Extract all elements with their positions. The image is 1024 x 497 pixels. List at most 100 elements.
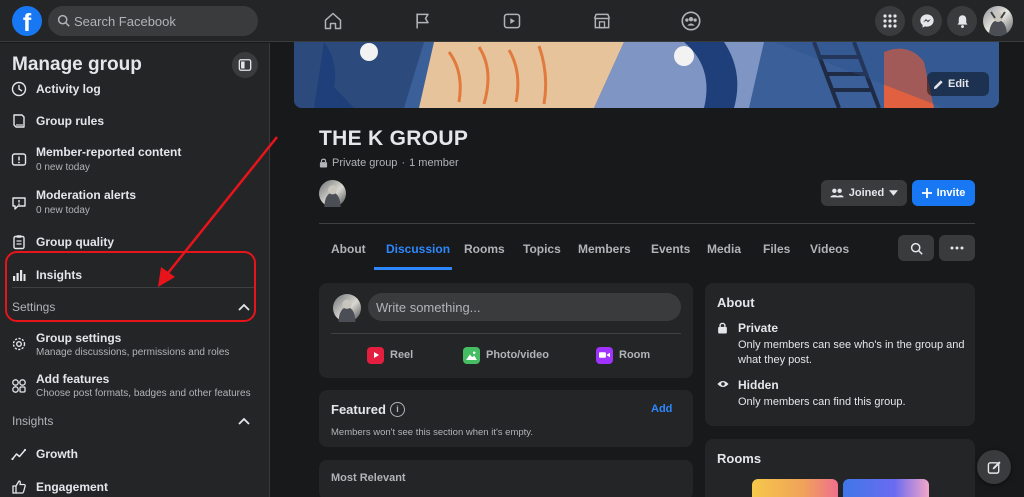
sidebar-item-group-rules[interactable]: Group rules (0, 112, 262, 132)
growth-icon (11, 446, 27, 462)
sidebar-item-count: 0 new today (36, 205, 90, 216)
sidebar-item-description: Choose post formats, badges and other fe… (36, 388, 251, 399)
insights-section-header[interactable]: Insights (0, 409, 262, 433)
featured-title: Featured (331, 402, 386, 417)
sidebar-item-add-features[interactable]: Add features Choose post formats, badges… (0, 370, 262, 404)
manage-group-sidebar: Manage group Activity log Group rules Me… (0, 43, 270, 497)
new-message-button[interactable] (977, 450, 1011, 484)
reel-icon (367, 346, 384, 364)
room-thumbnail[interactable] (843, 479, 929, 497)
edit-cover-button[interactable]: Edit (927, 72, 989, 96)
room-label: Room (619, 349, 651, 361)
search-input[interactable] (74, 6, 252, 36)
sidebar-item-description: Manage discussions, permissions and role… (36, 347, 230, 358)
joined-people-icon (830, 187, 844, 199)
pages-flag-icon[interactable] (393, 0, 453, 42)
search-icon (57, 14, 70, 27)
sidebar-item-group-quality[interactable]: Group quality (0, 233, 262, 253)
photo-video-button[interactable]: Photo/video (463, 346, 549, 364)
featured-add-link[interactable]: Add (651, 403, 672, 415)
tab-videos[interactable]: Videos (810, 242, 849, 256)
tabs-divider (319, 223, 975, 224)
write-something-input[interactable] (368, 293, 681, 321)
account-avatar[interactable] (983, 6, 1013, 36)
invite-button[interactable]: Invite (912, 180, 975, 206)
sidebar-item-label: Member-reported content (36, 145, 182, 159)
sidebar-item-group-settings[interactable]: Group settings Manage discussions, permi… (0, 327, 262, 361)
gear-icon (11, 336, 27, 352)
about-hidden-item: Hidden Only members can find this group. (717, 378, 967, 412)
caret-down-icon (889, 190, 899, 196)
sidebar-title: Manage group (12, 54, 142, 75)
notifications-bell-icon[interactable] (947, 6, 977, 36)
search-group-button[interactable] (898, 235, 934, 261)
group-privacy-label[interactable]: Private group (332, 157, 397, 169)
group-member-count[interactable]: 1 member (409, 157, 459, 169)
sidebar-item-label: Activity log (36, 82, 101, 96)
cover-photo (294, 42, 999, 108)
marketplace-icon[interactable] (572, 0, 632, 42)
tab-rooms[interactable]: Rooms (464, 242, 505, 256)
top-navigation-bar: f (0, 0, 1024, 42)
section-label: Insights (12, 414, 54, 428)
sidebar-item-label: Group rules (36, 114, 105, 128)
collapse-sidebar-button[interactable] (232, 52, 258, 78)
composer-divider (331, 333, 681, 334)
clipboard-icon (11, 234, 27, 250)
settings-section-header[interactable]: Settings (0, 295, 262, 319)
clock-icon (11, 81, 27, 97)
sidebar-item-label: Insights (36, 268, 83, 282)
room-button[interactable]: Room (596, 346, 650, 364)
more-options-button[interactable] (939, 235, 975, 261)
facebook-logo[interactable]: f (12, 6, 42, 36)
joined-label: Joined (848, 187, 885, 199)
about-hidden-desc: Only members can find this group. (738, 396, 906, 408)
tab-topics[interactable]: Topics (523, 242, 561, 256)
group-meta: Private group · 1 member (319, 157, 459, 169)
chevron-up-icon[interactable] (238, 417, 250, 425)
lock-icon (717, 322, 728, 334)
more-dots-icon (950, 246, 964, 250)
search-box[interactable] (48, 6, 258, 36)
chevron-up-icon[interactable] (238, 303, 250, 311)
engagement-icon (11, 479, 27, 495)
joined-button[interactable]: Joined (821, 180, 907, 206)
compose-icon (987, 460, 1002, 475)
sidebar-item-label: Growth (36, 447, 78, 461)
home-icon[interactable] (303, 0, 363, 42)
tab-events[interactable]: Events (651, 242, 690, 256)
groups-icon[interactable] (661, 0, 721, 42)
sidebar-item-insights[interactable]: Insights (0, 266, 262, 286)
about-private-title: Private (738, 321, 779, 335)
tab-discussion[interactable]: Discussion (386, 242, 450, 256)
reel-button[interactable]: Reel (367, 346, 413, 364)
tab-members[interactable]: Members (578, 242, 631, 256)
watch-video-icon[interactable] (482, 0, 542, 42)
alert-icon (11, 195, 27, 211)
sidebar-item-label: Engagement (36, 480, 109, 494)
sidebar-item-activity-log[interactable]: Activity log (0, 80, 262, 100)
room-thumbnail[interactable] (752, 479, 838, 497)
member-avatar[interactable] (319, 180, 346, 207)
sidebar-item-engagement[interactable]: Engagement (0, 478, 262, 497)
sidebar-item-member-reported-content[interactable]: Member-reported content 0 new today (0, 143, 262, 177)
tab-about[interactable]: About (331, 242, 366, 256)
rules-book-icon (11, 113, 27, 129)
feed-sort-label[interactable]: Most Relevant (331, 472, 406, 484)
tab-media[interactable]: Media (707, 242, 741, 256)
tab-files[interactable]: Files (763, 242, 790, 256)
sidebar-divider (12, 287, 256, 288)
sidebar-item-growth[interactable]: Growth (0, 445, 262, 465)
menu-grid-icon[interactable] (875, 6, 905, 36)
edit-cover-label: Edit (948, 78, 969, 90)
report-icon (11, 152, 27, 168)
messenger-icon[interactable] (912, 6, 942, 36)
photo-video-label: Photo/video (486, 349, 549, 361)
sidebar-item-moderation-alerts[interactable]: Moderation alerts 0 new today (0, 186, 262, 220)
sidebar-item-count: 0 new today (36, 162, 90, 173)
info-icon[interactable]: i (390, 402, 405, 417)
section-label: Settings (12, 300, 56, 314)
sidebar-item-label: Moderation alerts (36, 188, 137, 202)
bar-chart-icon (11, 267, 27, 283)
group-title: THE K GROUP (319, 127, 469, 150)
